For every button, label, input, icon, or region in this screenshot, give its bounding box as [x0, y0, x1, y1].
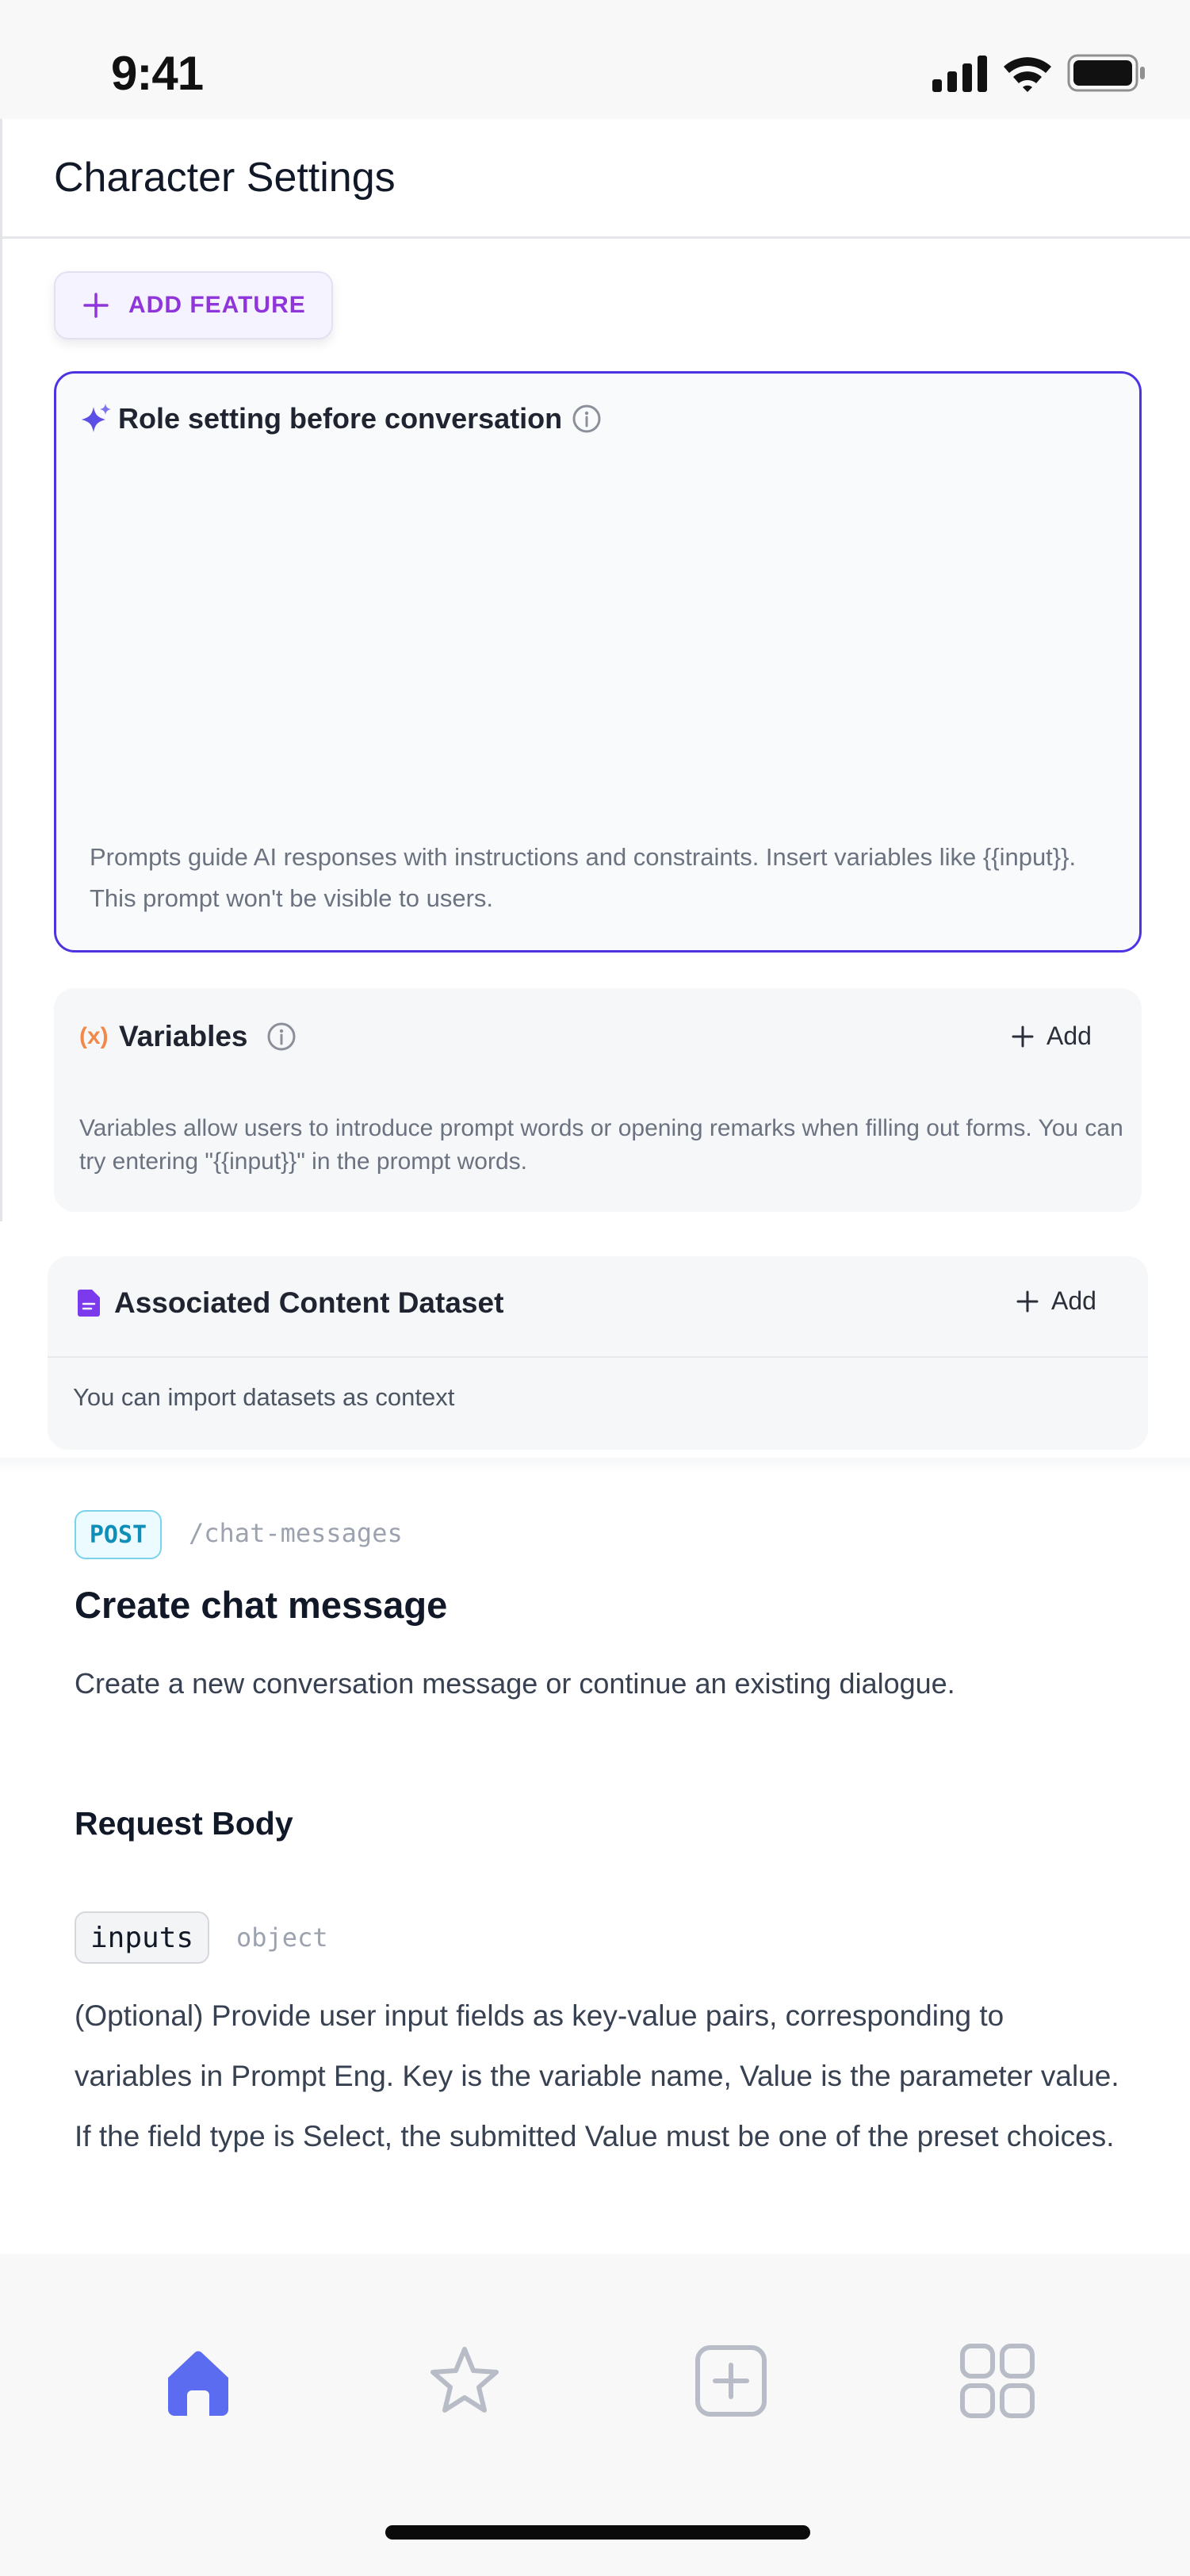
dataset-add-button[interactable]: Add — [1016, 1286, 1096, 1316]
status-bar: 9:41 — [0, 0, 1190, 119]
api-title: Create chat message — [75, 1584, 448, 1626]
document-icon — [78, 1290, 100, 1317]
param-type: object — [236, 1922, 328, 1953]
info-icon[interactable] — [572, 404, 602, 434]
plus-icon — [1012, 1025, 1034, 1047]
variables-icon: (x) — [79, 1023, 109, 1049]
grid-icon — [960, 2344, 1035, 2418]
page-title: Character Settings — [54, 155, 396, 201]
dataset-helper-text: You can import datasets as context — [73, 1383, 455, 1411]
variables-helper-text: Variables allow users to introduce promp… — [79, 1115, 1123, 1175]
star-icon — [430, 2347, 499, 2413]
app-header: Character Settings — [0, 119, 1190, 239]
info-icon[interactable] — [266, 1022, 297, 1052]
variables-add-button[interactable]: Add — [1012, 1022, 1092, 1051]
variables-title: Variables — [119, 1020, 248, 1052]
prompt-helper-text: Prompts guide AI responses with instruct… — [90, 843, 1077, 912]
battery-icon — [1067, 54, 1145, 92]
signal-icon — [932, 56, 987, 92]
api-description: Create a new conversation message or con… — [75, 1667, 955, 1700]
prompt-card[interactable]: Role setting before conversation Prompts… — [54, 371, 1142, 953]
param-name: inputs — [75, 1911, 210, 1964]
sparkle-icon — [82, 404, 111, 432]
variables-card: (x) Variables Add Variables allow users … — [54, 988, 1142, 1212]
wifi-icon — [1004, 57, 1051, 92]
prompt-textarea[interactable] — [72, 453, 1123, 826]
home-icon — [168, 2351, 228, 2416]
add-feature-label: ADD FEATURE — [128, 292, 306, 318]
prompt-title: Role setting before conversation — [118, 402, 563, 435]
tab-favorites[interactable] — [425, 2341, 504, 2421]
variables-add-label: Add — [1047, 1022, 1092, 1050]
add-square-icon — [695, 2345, 767, 2417]
tab-create[interactable] — [691, 2341, 771, 2421]
tab-apps[interactable] — [958, 2341, 1037, 2421]
endpoint-path: /chat-messages — [189, 1518, 403, 1548]
method-badge: POST — [75, 1510, 162, 1559]
param-description: (Optional) Provide user input fields as … — [75, 1999, 1119, 2152]
section-fade — [0, 1458, 1190, 1474]
dataset-divider — [48, 1356, 1148, 1358]
dataset-add-label: Add — [1051, 1286, 1096, 1315]
add-feature-button[interactable]: ADD FEATURE — [54, 271, 333, 339]
plus-icon — [1016, 1290, 1039, 1312]
dataset-card: Associated Content Dataset Add You can i… — [48, 1256, 1148, 1450]
plus-icon — [83, 293, 109, 318]
request-body-title: Request Body — [75, 1805, 293, 1842]
left-divider — [0, 119, 2, 1221]
dataset-title: Associated Content Dataset — [114, 1286, 504, 1319]
tab-home[interactable] — [159, 2341, 238, 2421]
status-time: 9:41 — [111, 47, 204, 100]
home-indicator — [385, 2525, 810, 2540]
